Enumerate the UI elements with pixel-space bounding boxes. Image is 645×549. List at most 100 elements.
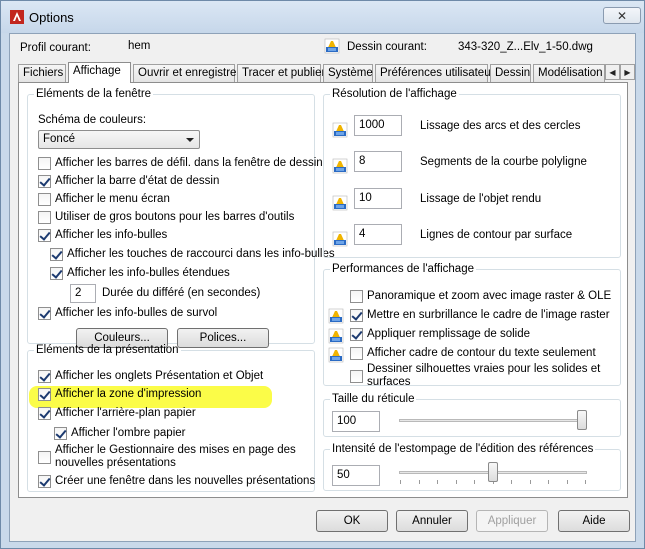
checkbox-highlight-raster-frame[interactable]: Mettre en surbrillance le cadre de l'ima… — [350, 309, 610, 322]
polyline-segments-input[interactable]: 8 — [354, 151, 402, 172]
window-elements-title: Eléments de la fenêtre — [36, 88, 152, 100]
arrow-left-icon: ◀ — [609, 67, 616, 77]
checkbox-paper-background[interactable]: Afficher l'arrière-plan papier — [38, 407, 196, 420]
drawing-setting-icon — [328, 347, 344, 363]
checkbox-box[interactable] — [38, 451, 51, 464]
tab-dessin[interactable]: Dessin — [490, 64, 531, 82]
checkbox-box[interactable] — [50, 267, 63, 280]
checkbox-label: Afficher la barre d'état de dessin — [55, 175, 220, 187]
checkbox-box[interactable] — [50, 248, 63, 261]
checkbox-create-viewport[interactable]: Créer une fenêtre dans les nouvelles pré… — [38, 475, 315, 488]
checkbox-status-bar[interactable]: Afficher la barre d'état de dessin — [38, 175, 219, 188]
tab-scroll-left-button[interactable]: ◀ — [605, 64, 620, 80]
checkbox-solid-fill[interactable]: Appliquer remplissage de solide — [350, 328, 530, 341]
checkbox-box[interactable] — [38, 157, 51, 170]
checkbox-box[interactable] — [38, 193, 51, 206]
tab-affichage[interactable]: Affichage — [68, 62, 131, 83]
checkbox-label: Afficher cadre de contour du texte seule… — [367, 347, 596, 359]
layout-elements-group: Eléments de la présentation Afficher les… — [27, 344, 315, 492]
crosshair-size-input[interactable]: 100 — [332, 411, 380, 432]
checkbox-extended-tooltips[interactable]: Afficher les info-bulles étendues — [50, 267, 230, 280]
tab-systeme[interactable]: Système — [323, 64, 373, 82]
checkbox-true-silhouettes[interactable]: Dessiner silhouettes vraies pour les sol… — [350, 363, 600, 389]
apply-button[interactable]: Appliquer — [476, 510, 548, 532]
checkbox-print-area[interactable]: Afficher la zone d'impression — [38, 388, 201, 401]
checkbox-box[interactable] — [38, 407, 51, 420]
tab-scroll-right-button[interactable]: ▶ — [620, 64, 635, 80]
autocad-app-icon — [10, 10, 24, 24]
delay-label: Durée du différé (en secondes) — [102, 287, 261, 299]
checkbox-box[interactable] — [38, 388, 51, 401]
checkbox-shortcut-keys[interactable]: Afficher les touches de raccourci dans l… — [50, 248, 335, 261]
tab-modelisation-3d[interactable]: Modélisation 3D — [533, 64, 605, 82]
checkbox-label: Créer une fenêtre dans les nouvelles pré… — [55, 475, 316, 487]
cancel-button[interactable]: Annuler — [396, 510, 468, 532]
profile-label: Profil courant: — [20, 42, 91, 54]
checkbox-label: Afficher la zone d'impression — [55, 388, 202, 400]
xref-fade-title: Intensité de l'estompage de l'édition de… — [332, 443, 594, 455]
xref-fade-group: Intensité de l'estompage de l'édition de… — [323, 443, 621, 491]
arc-smoothness-label: Lissage des arcs et des cercles — [420, 120, 581, 132]
rendered-smoothness-input[interactable]: 10 — [354, 188, 402, 209]
checkbox-screen-menu[interactable]: Afficher le menu écran — [38, 193, 170, 206]
checkbox-label: Panoramique et zoom avec image raster & … — [367, 290, 612, 302]
tab-fichiers[interactable]: Fichiers — [18, 64, 66, 82]
checkbox-label: Afficher les onglets Présentation et Obj… — [55, 370, 264, 382]
checkbox-pan-zoom-raster[interactable]: Panoramique et zoom avec image raster & … — [350, 290, 611, 303]
checkbox-box[interactable] — [54, 427, 67, 440]
checkbox-box[interactable] — [350, 290, 363, 303]
drawing-label: Dessin courant: — [347, 41, 427, 53]
checkbox-scrollbars[interactable]: Afficher les barres de défil. dans la fe… — [38, 157, 323, 170]
tab-tracer-et-publier[interactable]: Tracer et publier — [237, 64, 325, 82]
checkbox-box[interactable] — [350, 328, 363, 341]
checkbox-box[interactable] — [38, 175, 51, 188]
crosshair-slider-track[interactable] — [399, 419, 587, 422]
rendered-smoothness-label: Lissage de l'objet rendu — [420, 193, 542, 205]
arc-smoothness-input[interactable]: 1000 — [354, 115, 402, 136]
checkbox-page-setup-manager[interactable]: Afficher le Gestionnaire des mises en pa… — [38, 444, 296, 470]
checkbox-label-line1: Dessiner silhouettes vraies pour les sol… — [367, 363, 601, 375]
xref-fade-input[interactable]: 50 — [332, 465, 380, 486]
checkbox-hover-tooltips[interactable]: Afficher les info-bulles de survol — [38, 307, 217, 320]
checkbox-label: Afficher l'ombre papier — [71, 427, 186, 439]
contour-lines-input[interactable]: 4 — [354, 224, 402, 245]
checkbox-label: Afficher les info-bulles étendues — [67, 267, 230, 279]
checkbox-layout-tabs[interactable]: Afficher les onglets Présentation et Obj… — [38, 370, 263, 383]
checkbox-box[interactable] — [38, 370, 51, 383]
dialog-client: Profil courant: hem Dessin courant: 343-… — [9, 33, 636, 542]
checkbox-box[interactable] — [38, 211, 51, 224]
checkbox-label: Appliquer remplissage de solide — [367, 328, 531, 340]
checkbox-large-buttons[interactable]: Utiliser de gros boutons pour les barres… — [38, 211, 294, 224]
close-button[interactable]: ✕ — [603, 7, 641, 24]
affichage-tab-pane: Eléments de la fenêtre Schéma de couleur… — [18, 82, 628, 498]
checkbox-label-line2: nouvelles présentations — [55, 457, 176, 469]
ok-button[interactable]: OK — [316, 510, 388, 532]
checkbox-label: Afficher les touches de raccourci dans l… — [67, 248, 335, 260]
checkbox-box[interactable] — [38, 307, 51, 320]
checkbox-label: Dessiner silhouettes vraies pour les sol… — [367, 363, 600, 389]
crosshair-slider-thumb[interactable] — [577, 410, 587, 430]
checkbox-label-line2: surfaces — [367, 376, 411, 388]
title-bar[interactable]: Options ✕ — [1, 1, 644, 33]
checkbox-paper-shadow[interactable]: Afficher l'ombre papier — [54, 427, 185, 440]
contour-lines-label: Lignes de contour par surface — [420, 229, 573, 241]
tab-ouvrir-et-enregistrer[interactable]: Ouvrir et enregistrer — [133, 64, 240, 82]
checkbox-text-frame-only[interactable]: Afficher cadre de contour du texte seule… — [350, 347, 596, 360]
tab-preferences-utilisateur[interactable]: Préférences utilisateur — [375, 64, 494, 82]
checkbox-tooltips[interactable]: Afficher les info-bulles — [38, 229, 167, 242]
drawing-setting-icon — [332, 122, 348, 138]
checkbox-box[interactable] — [350, 347, 363, 360]
crosshair-size-group: Taille du réticule 100 — [323, 393, 621, 437]
delay-input[interactable]: 2 — [70, 284, 96, 303]
drawing-setting-icon — [332, 158, 348, 174]
checkbox-box[interactable] — [38, 229, 51, 242]
checkbox-box[interactable] — [38, 475, 51, 488]
xref-fade-slider-thumb[interactable] — [488, 462, 498, 482]
checkbox-box[interactable] — [350, 309, 363, 322]
drawing-setting-icon — [332, 231, 348, 247]
color-scheme-select[interactable]: Foncé — [38, 130, 200, 149]
drawing-value: 343-320_Z...Elv_1-50.dwg — [458, 41, 593, 53]
help-button[interactable]: Aide — [558, 510, 630, 532]
checkbox-label: Afficher les barres de défil. dans la fe… — [55, 157, 323, 169]
checkbox-box[interactable] — [350, 370, 363, 383]
